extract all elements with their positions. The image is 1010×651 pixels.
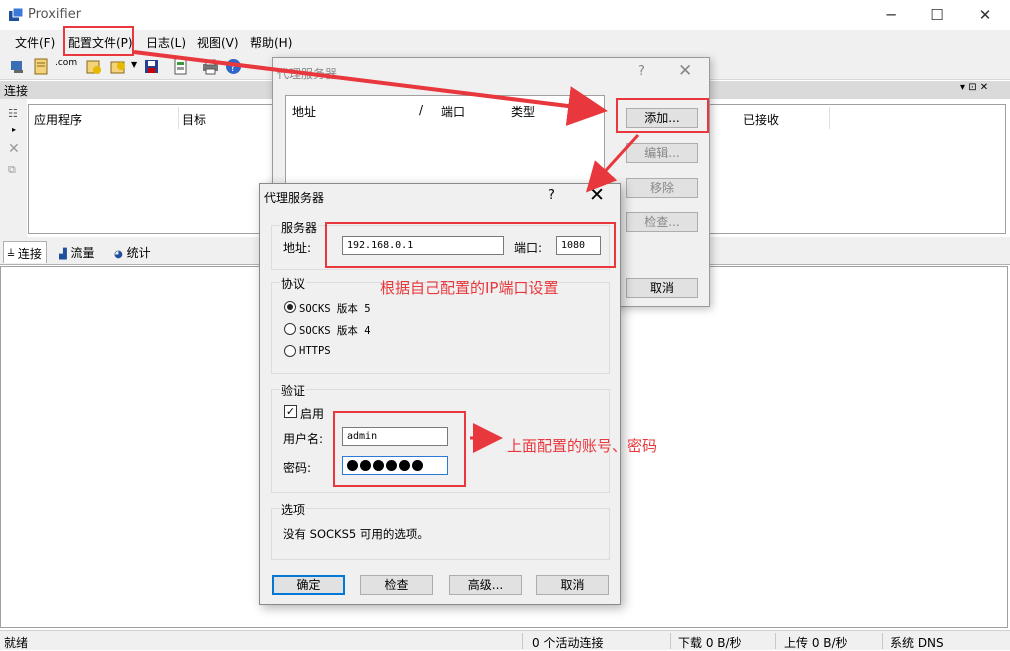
panel-controls[interactable]: ▾ ⊡ ✕ [960, 82, 988, 93]
tab-connections[interactable]: ╧ 连接 [3, 241, 47, 263]
window-icon[interactable]: ⧉ [8, 163, 16, 177]
rules-icon[interactable] [33, 58, 50, 75]
svg-text:?: ? [230, 61, 236, 74]
annotation-account-note: 上面配置的账号、密码 [507, 437, 658, 455]
annotation-box-credentials [333, 411, 466, 487]
enable-auth-label[interactable]: 启用 [300, 405, 324, 422]
status-separator [670, 633, 671, 649]
check-button[interactable]: 检查 [360, 575, 433, 595]
domain-com-label[interactable]: .com [55, 58, 77, 68]
close-connection-icon[interactable]: ✕ [8, 141, 20, 157]
column-application[interactable]: 应用程序 [34, 111, 82, 128]
tab-traffic[interactable]: ▟ 流量 [55, 241, 99, 263]
status-separator [522, 633, 523, 649]
dialog-title: 代理服务器 [264, 191, 325, 205]
column-address[interactable]: 地址 [292, 103, 316, 120]
sort-indicator: / [419, 103, 424, 117]
statistics-pie-icon: ◕ [114, 249, 123, 260]
save-icon[interactable] [143, 58, 160, 75]
options-group-label: 选项 [280, 501, 307, 518]
cancel-button[interactable]: 取消 [536, 575, 609, 595]
status-ready: 就绪 [4, 636, 29, 650]
options-text: 没有 SOCKS5 可用的选项。 [283, 527, 429, 541]
https-radio[interactable] [284, 345, 296, 357]
menu-log[interactable]: 日志(L) [146, 34, 186, 51]
status-bar: 就绪 0 个活动连接 下载 0 B/秒 上传 0 B/秒 系统 DNS [0, 630, 1010, 650]
menu-bar: 文件(F) 配置文件(P) 日志(L) 视图(V) 帮助(H) [0, 30, 1010, 54]
enable-auth-checkbox[interactable]: ✓ [284, 405, 297, 418]
authentication-group-label: 验证 [280, 382, 307, 399]
https-label[interactable]: HTTPS [299, 345, 331, 357]
maximize-button[interactable]: ☐ [914, 0, 960, 30]
window-title: Proxifier [28, 7, 82, 22]
menu-file[interactable]: 文件(F) [15, 34, 55, 51]
title-bar: Proxifier ─ ☐ ✕ [0, 0, 1010, 30]
list-view-icon[interactable]: ☷ [8, 107, 18, 120]
minimize-button[interactable]: ─ [868, 0, 914, 30]
remove-proxy-button[interactable]: 移除 [626, 178, 698, 198]
cancel-button[interactable]: 取消 [626, 278, 698, 298]
connections-tab-icon: ╧ [8, 250, 15, 261]
tab-statistics-label: 统计 [126, 246, 151, 260]
check-proxy-button[interactable]: 检查... [626, 212, 698, 232]
status-active-connections: 0 个活动连接 [532, 636, 604, 650]
tab-traffic-label: 流量 [70, 246, 95, 260]
ok-button[interactable]: 确定 [272, 575, 345, 595]
column-separator[interactable] [178, 107, 179, 129]
dialog-close-button[interactable]: ✕ [589, 184, 605, 206]
protocol-group-label: 协议 [280, 275, 307, 292]
status-download: 下载 0 B/秒 [678, 636, 742, 650]
resolve-icon[interactable] [172, 58, 189, 75]
socks5-label[interactable]: SOCKS 版本 5 [299, 301, 371, 316]
annotation-box-profile-menu [63, 26, 134, 56]
column-separator[interactable] [829, 107, 830, 129]
socks4-label[interactable]: SOCKS 版本 4 [299, 323, 371, 338]
column-port[interactable]: 端口 [441, 103, 465, 120]
socks4-radio[interactable] [284, 323, 296, 335]
status-dns: 系统 DNS [890, 636, 944, 650]
column-type[interactable]: 类型 [511, 103, 535, 120]
connections-panel-title: 连接 [4, 84, 29, 98]
server-group-label: 服务器 [280, 219, 319, 236]
status-separator [775, 633, 776, 649]
username-label: 用户名: [283, 432, 324, 446]
advanced-button[interactable]: 高级... [449, 575, 522, 595]
column-target[interactable]: 目标 [182, 111, 206, 128]
status-separator [882, 633, 883, 649]
annotation-ip-note: 根据自己配置的IP端口设置 [380, 279, 559, 297]
traffic-chart-icon: ▟ [59, 249, 67, 260]
dialog-title: 代理服务器 [277, 67, 338, 81]
profile-icon[interactable] [10, 58, 27, 75]
tab-connections-label: 连接 [17, 247, 42, 261]
status-upload: 上传 0 B/秒 [784, 636, 848, 650]
proxy-rules-icon[interactable] [110, 58, 127, 75]
proxifier-logo-icon [9, 8, 24, 21]
help-icon[interactable]: ? [638, 64, 645, 79]
socks5-radio[interactable] [284, 301, 296, 313]
dialog-close-button[interactable]: ✕ [678, 61, 692, 81]
proxy-server-icon[interactable] [85, 58, 102, 75]
password-label: 密码: [283, 461, 312, 475]
menu-view[interactable]: 视图(V) [197, 34, 239, 51]
expand-arrow-icon[interactable]: ▸ [12, 125, 16, 134]
column-received[interactable]: 已接收 [743, 111, 779, 128]
help-icon[interactable]: ? [548, 188, 555, 203]
annotation-box-server [325, 222, 616, 268]
menu-help[interactable]: 帮助(H) [250, 34, 292, 51]
print-icon[interactable] [202, 58, 219, 75]
annotation-box-add-button [616, 98, 709, 133]
close-button[interactable]: ✕ [962, 0, 1008, 30]
address-label: 地址: [283, 241, 312, 255]
dropdown-arrow-icon[interactable]: ▼ [131, 60, 137, 69]
tab-statistics[interactable]: ◕ 统计 [110, 241, 155, 263]
connections-side-toolbar: ☷ ▸ ✕ ⧉ [0, 99, 27, 237]
help-icon[interactable]: ? [225, 58, 242, 75]
edit-proxy-button[interactable]: 编辑... [626, 143, 698, 163]
